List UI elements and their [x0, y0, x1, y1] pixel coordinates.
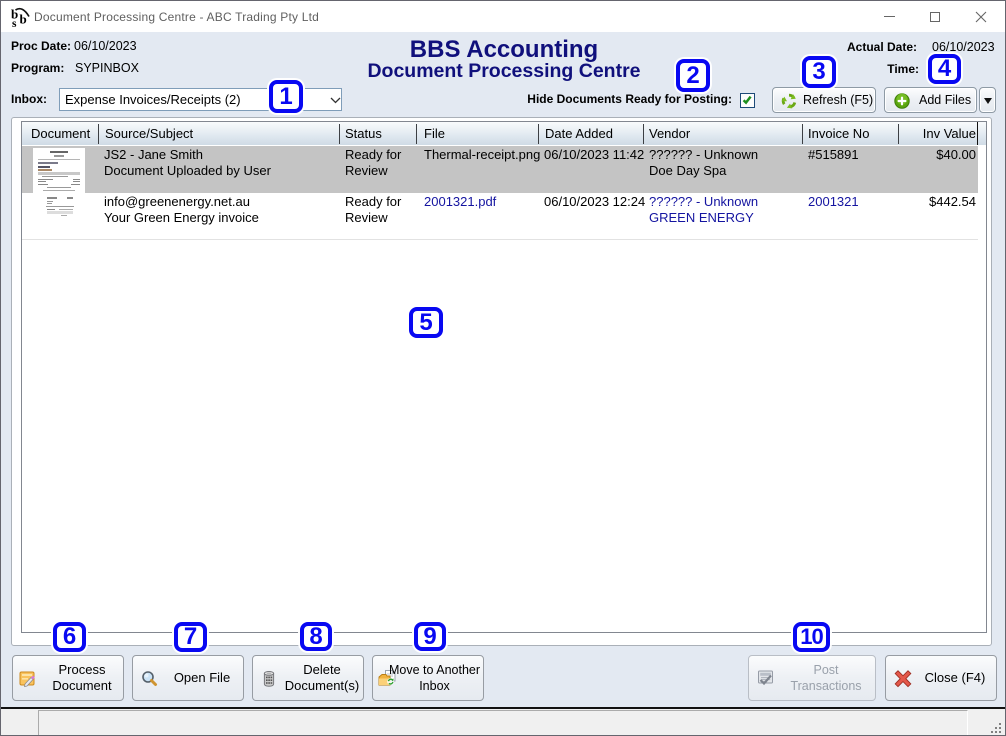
svg-text:b: b: [20, 12, 27, 27]
svg-text:s: s: [12, 18, 17, 30]
